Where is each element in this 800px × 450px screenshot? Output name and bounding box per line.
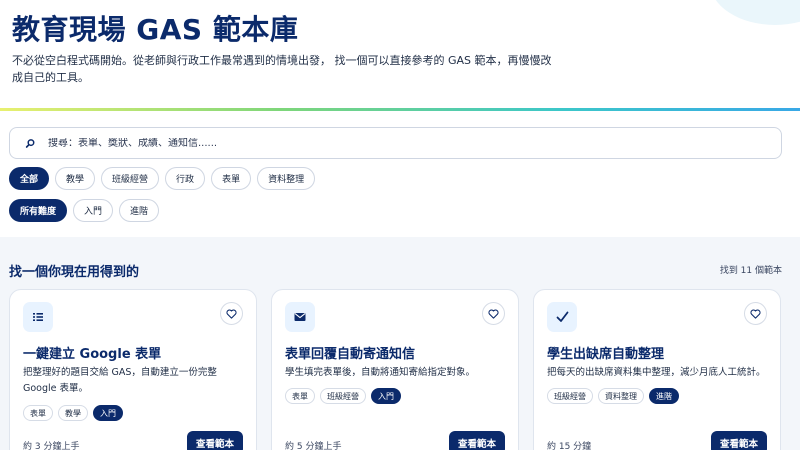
card-description: 學生填完表單後，自動將通知寄給指定對象。 bbox=[285, 367, 476, 378]
filter-data-organizing[interactable]: 資料整理 bbox=[257, 167, 316, 190]
search-input[interactable] bbox=[48, 137, 748, 149]
card-tag: 教學 bbox=[58, 405, 88, 421]
results-count: 找到 11 個範本 bbox=[719, 266, 782, 276]
card-level-badge: 入門 bbox=[93, 405, 123, 421]
card-time: 約 5 分鐘上手 bbox=[285, 442, 342, 450]
card-level-badge: 入門 bbox=[371, 388, 401, 404]
filter-teaching[interactable]: 教學 bbox=[55, 167, 96, 190]
view-template-button[interactable]: 查看範本 bbox=[448, 431, 505, 450]
search-bar bbox=[9, 127, 782, 159]
card-time: 約 3 分鐘上手 bbox=[23, 442, 80, 450]
card-tag: 班級經營 bbox=[547, 388, 593, 404]
category-filters: 全部 教學 班級經營 行政 表單 資料整理 bbox=[9, 167, 316, 190]
card-tag: 表單 bbox=[23, 405, 53, 421]
favorite-button[interactable] bbox=[482, 302, 505, 325]
template-card[interactable]: 表單回覆自動寄通知信 學生填完表單後，自動將通知寄給指定對象。 表單 班級經營 … bbox=[271, 289, 519, 450]
card-title: 表單回覆自動寄通知信 bbox=[285, 347, 416, 362]
card-tags: 表單 教學 入門 bbox=[23, 405, 123, 421]
favorite-button[interactable] bbox=[220, 302, 243, 325]
template-card[interactable]: 一鍵建立 Google 表單 把整理好的題目交給 GAS，自動建立一份完整 Go… bbox=[9, 289, 257, 450]
page-title: 教育現場 GAS 範本庫 bbox=[12, 13, 299, 46]
filter-administration[interactable]: 行政 bbox=[165, 167, 206, 190]
filter-forms[interactable]: 表單 bbox=[211, 167, 252, 190]
heart-icon bbox=[226, 308, 237, 319]
search-icon bbox=[22, 135, 38, 151]
check-icon bbox=[547, 302, 577, 332]
card-tags: 班級經營 資料整理 進階 bbox=[547, 388, 679, 404]
card-tag: 表單 bbox=[285, 388, 315, 404]
card-description: 把整理好的題目交給 GAS，自動建立一份完整 Google 表單。 bbox=[23, 367, 217, 394]
card-time: 約 15 分鐘 bbox=[547, 442, 592, 450]
level-filters: 所有難度 入門 進階 bbox=[9, 199, 160, 222]
card-level-badge: 進階 bbox=[649, 388, 679, 404]
gradient-divider bbox=[0, 108, 800, 111]
list-icon bbox=[23, 302, 53, 332]
level-advanced[interactable]: 進階 bbox=[119, 199, 160, 222]
filter-all[interactable]: 全部 bbox=[9, 167, 50, 190]
results-section: 找一個你現在用得到的 找到 11 個範本 一鍵建立 Google 表單 把整理好… bbox=[0, 237, 800, 450]
template-card[interactable]: 學生出缺席自動整理 把每天的出缺席資料集中整理，減少月底人工統計。 班級經營 資… bbox=[533, 289, 781, 450]
favorite-button[interactable] bbox=[744, 302, 767, 325]
level-all[interactable]: 所有難度 bbox=[9, 199, 68, 222]
page-header: 教育現場 GAS 範本庫 不必從空白程式碼開始。從老師與行政工作最常遇到的情境出… bbox=[0, 0, 800, 110]
heart-icon bbox=[488, 308, 499, 319]
card-tags: 表單 班級經營 入門 bbox=[285, 388, 401, 404]
page-intro: 不必從空白程式碼開始。從老師與行政工作最常遇到的情境出發， 找一個可以直接參考的… bbox=[12, 54, 552, 84]
envelope-icon bbox=[285, 302, 315, 332]
card-description: 把每天的出缺席資料集中整理，減少月底人工統計。 bbox=[547, 367, 766, 378]
card-title: 一鍵建立 Google 表單 bbox=[23, 347, 162, 362]
filter-class-management[interactable]: 班級經營 bbox=[101, 167, 160, 190]
card-tag: 資料整理 bbox=[598, 388, 644, 404]
heart-icon bbox=[750, 308, 761, 319]
level-beginner[interactable]: 入門 bbox=[73, 199, 114, 222]
view-template-button[interactable]: 查看範本 bbox=[186, 431, 243, 450]
view-template-button[interactable]: 查看範本 bbox=[710, 431, 767, 450]
card-tag: 班級經營 bbox=[320, 388, 366, 404]
card-title: 學生出缺席自動整理 bbox=[547, 347, 665, 362]
results-heading: 找一個你現在用得到的 bbox=[9, 265, 140, 280]
